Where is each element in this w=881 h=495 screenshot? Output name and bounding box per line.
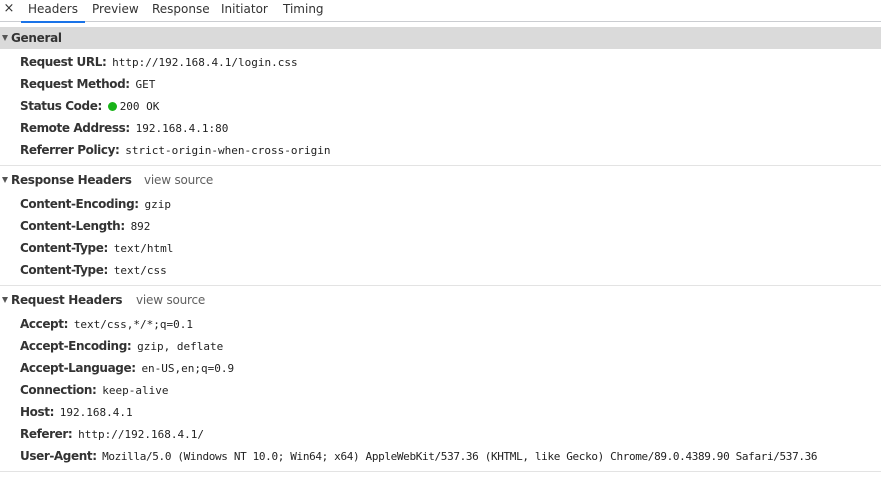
header-value: text/css,*/*;q=0.1	[73, 318, 194, 331]
request-row-accept: Accept: text/css,*/*;q=0.1	[20, 315, 193, 333]
header-value: 192.168.4.1	[59, 406, 133, 419]
response-headers-section-title: Response Headers	[11, 173, 132, 187]
header-key: Request Method:	[20, 77, 130, 91]
header-value: strict-origin-when-cross-origin	[125, 144, 331, 157]
general-section-header[interactable]: General	[0, 27, 881, 49]
response-headers-section-header[interactable]: Response Headers view source	[0, 169, 881, 191]
response-row-content-type-css: Content-Type: text/css	[20, 261, 167, 279]
section-divider	[0, 471, 881, 472]
general-row-referrer-policy: Referrer Policy: strict-origin-when-cros…	[20, 141, 331, 159]
expand-triangle-icon	[2, 35, 8, 41]
general-row-status-code: Status Code: 200 OK	[20, 97, 159, 115]
request-headers-section-header[interactable]: Request Headers view source	[0, 289, 881, 311]
expand-triangle-icon	[2, 177, 8, 183]
tab-headers[interactable]: Headers	[21, 0, 85, 23]
request-row-accept-encoding: Accept-Encoding: gzip, deflate	[20, 337, 223, 355]
general-row-request-url: Request URL: http://192.168.4.1/login.cs…	[20, 53, 298, 71]
close-icon[interactable]: ×	[3, 1, 15, 17]
header-key: Accept:	[20, 317, 68, 331]
tab-timing[interactable]: Timing	[283, 0, 324, 21]
header-key: Status Code:	[20, 99, 102, 113]
request-headers-section-title: Request Headers	[11, 293, 123, 307]
header-key: Content-Length:	[20, 219, 125, 233]
header-key: Content-Type:	[20, 263, 108, 277]
header-key: Referrer Policy:	[20, 143, 120, 157]
response-row-content-encoding: Content-Encoding: gzip	[20, 195, 171, 213]
devtools-tab-bar: × Headers Preview Response Initiator Tim…	[0, 0, 881, 23]
header-value: 200 OK	[119, 100, 160, 113]
header-value: gzip	[144, 198, 172, 211]
section-divider	[0, 285, 881, 286]
header-key: Remote Address:	[20, 121, 130, 135]
expand-triangle-icon	[2, 297, 8, 303]
response-row-content-length: Content-Length: 892	[20, 217, 150, 235]
request-row-user-agent: User-Agent: Mozilla/5.0 (Windows NT 10.0…	[20, 447, 818, 465]
header-key: Accept-Encoding:	[20, 339, 132, 353]
tab-response[interactable]: Response	[152, 0, 210, 21]
header-key: Host:	[20, 405, 54, 419]
header-value: GET	[135, 78, 156, 91]
header-key: Content-Encoding:	[20, 197, 139, 211]
header-value: http://192.168.4.1/login.css	[112, 56, 298, 69]
request-row-referer: Referer: http://192.168.4.1/	[20, 425, 204, 443]
section-divider	[0, 165, 881, 166]
request-row-host: Host: 192.168.4.1	[20, 403, 133, 421]
general-section-title: General	[11, 31, 62, 45]
request-view-source-link[interactable]: view source	[136, 289, 205, 311]
header-key: Content-Type:	[20, 241, 108, 255]
general-row-request-method: Request Method: GET	[20, 75, 155, 93]
header-value: keep-alive	[102, 384, 169, 397]
response-view-source-link[interactable]: view source	[144, 169, 213, 191]
request-row-connection: Connection: keep-alive	[20, 381, 169, 399]
response-row-content-type-html: Content-Type: text/html	[20, 239, 173, 257]
header-value: Mozilla/5.0 (Windows NT 10.0; Win64; x64…	[102, 450, 818, 463]
header-value: 192.168.4.1:80	[135, 122, 229, 135]
header-value: en-US,en;q=0.9	[141, 362, 235, 375]
header-value: 892	[130, 220, 151, 233]
status-ok-icon	[107, 102, 117, 111]
header-key: User-Agent:	[20, 449, 97, 463]
header-value: gzip, deflate	[137, 340, 224, 353]
header-key: Referer:	[20, 427, 73, 441]
header-value: text/css	[113, 264, 167, 277]
tab-initiator[interactable]: Initiator	[221, 0, 268, 21]
request-row-accept-language: Accept-Language: en-US,en;q=0.9	[20, 359, 234, 377]
general-row-remote-address: Remote Address: 192.168.4.1:80	[20, 119, 228, 137]
header-key: Accept-Language:	[20, 361, 136, 375]
header-value: http://192.168.4.1/	[78, 428, 204, 441]
tab-preview[interactable]: Preview	[92, 0, 139, 21]
header-key: Request URL:	[20, 55, 107, 69]
header-key: Connection:	[20, 383, 97, 397]
header-value: text/html	[113, 242, 174, 255]
